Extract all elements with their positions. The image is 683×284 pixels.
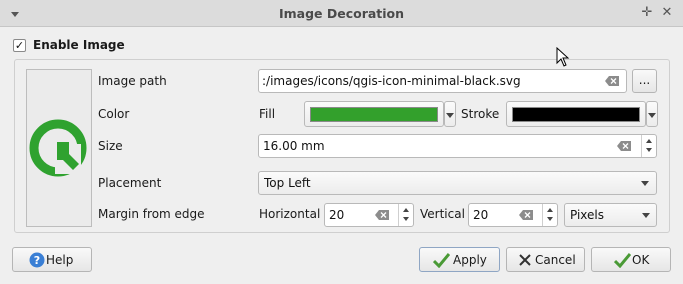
increment-icon[interactable]: [547, 208, 553, 212]
chevron-down-icon: [446, 113, 454, 118]
chevron-down-icon: [642, 213, 650, 218]
image-preview: [26, 69, 92, 227]
vertical-stepper[interactable]: [542, 204, 557, 226]
cancel-button[interactable]: Cancel: [506, 247, 585, 272]
fill-color-menu[interactable]: [444, 101, 456, 127]
margin-label: Margin from edge: [98, 207, 205, 221]
horizontal-stepper[interactable]: [398, 204, 413, 226]
window-title: Image Decoration: [278, 6, 405, 21]
placement-select[interactable]: Top Left: [258, 171, 657, 195]
horizontal-margin-spinbox[interactable]: 20: [324, 203, 414, 227]
stroke-color-swatch: [512, 107, 640, 122]
increment-icon[interactable]: [646, 139, 652, 143]
fill-label: Fill: [259, 107, 276, 121]
cancel-x-icon: [519, 254, 531, 266]
clear-icon[interactable]: [605, 76, 619, 86]
size-label: Size: [98, 139, 123, 153]
size-spinbox[interactable]: 16.00 mm: [258, 134, 657, 158]
stroke-label: Stroke: [461, 107, 500, 121]
color-label: Color: [98, 107, 130, 121]
horizontal-label: Horizontal: [259, 207, 321, 221]
close-icon[interactable]: ✕: [660, 6, 674, 20]
qgis-logo-icon: [29, 119, 87, 177]
stroke-color-menu[interactable]: [646, 101, 658, 127]
placement-label: Placement: [98, 176, 162, 190]
checkmark-icon: [433, 253, 450, 268]
fill-color-swatch: [310, 107, 438, 122]
vertical-margin-spinbox[interactable]: 20: [468, 203, 558, 227]
ok-button[interactable]: OK: [591, 247, 671, 272]
keep-above-icon[interactable]: ✛: [640, 6, 654, 20]
help-icon: ?: [29, 252, 45, 268]
svg-text:?: ?: [34, 254, 40, 267]
clear-icon[interactable]: [519, 210, 533, 220]
increment-icon[interactable]: [403, 208, 409, 212]
enable-image-label[interactable]: Enable Image: [33, 38, 125, 52]
stroke-color-button[interactable]: [506, 101, 646, 127]
image-path-label: Image path: [98, 74, 167, 88]
size-stepper[interactable]: [641, 135, 656, 157]
clear-icon[interactable]: [617, 141, 631, 151]
vertical-label: Vertical: [420, 207, 465, 221]
fill-color-button[interactable]: [304, 101, 444, 127]
enable-image-checkbox[interactable]: ✓: [13, 39, 26, 52]
decrement-icon[interactable]: [646, 148, 652, 152]
mouse-cursor-icon: [556, 47, 570, 67]
image-path-input[interactable]: :/images/icons/qgis-icon-minimal-black.s…: [258, 69, 627, 93]
checkmark-icon: [614, 253, 631, 268]
chevron-down-icon: [648, 113, 656, 118]
clear-icon[interactable]: [375, 210, 389, 220]
help-button[interactable]: ? Help: [12, 247, 92, 272]
margin-units-select[interactable]: Pixels: [564, 203, 657, 227]
apply-button[interactable]: Apply: [419, 247, 500, 272]
decrement-icon[interactable]: [403, 217, 409, 221]
chevron-down-icon: [641, 181, 649, 186]
decrement-icon[interactable]: [547, 217, 553, 221]
browse-button[interactable]: ...: [632, 69, 657, 93]
